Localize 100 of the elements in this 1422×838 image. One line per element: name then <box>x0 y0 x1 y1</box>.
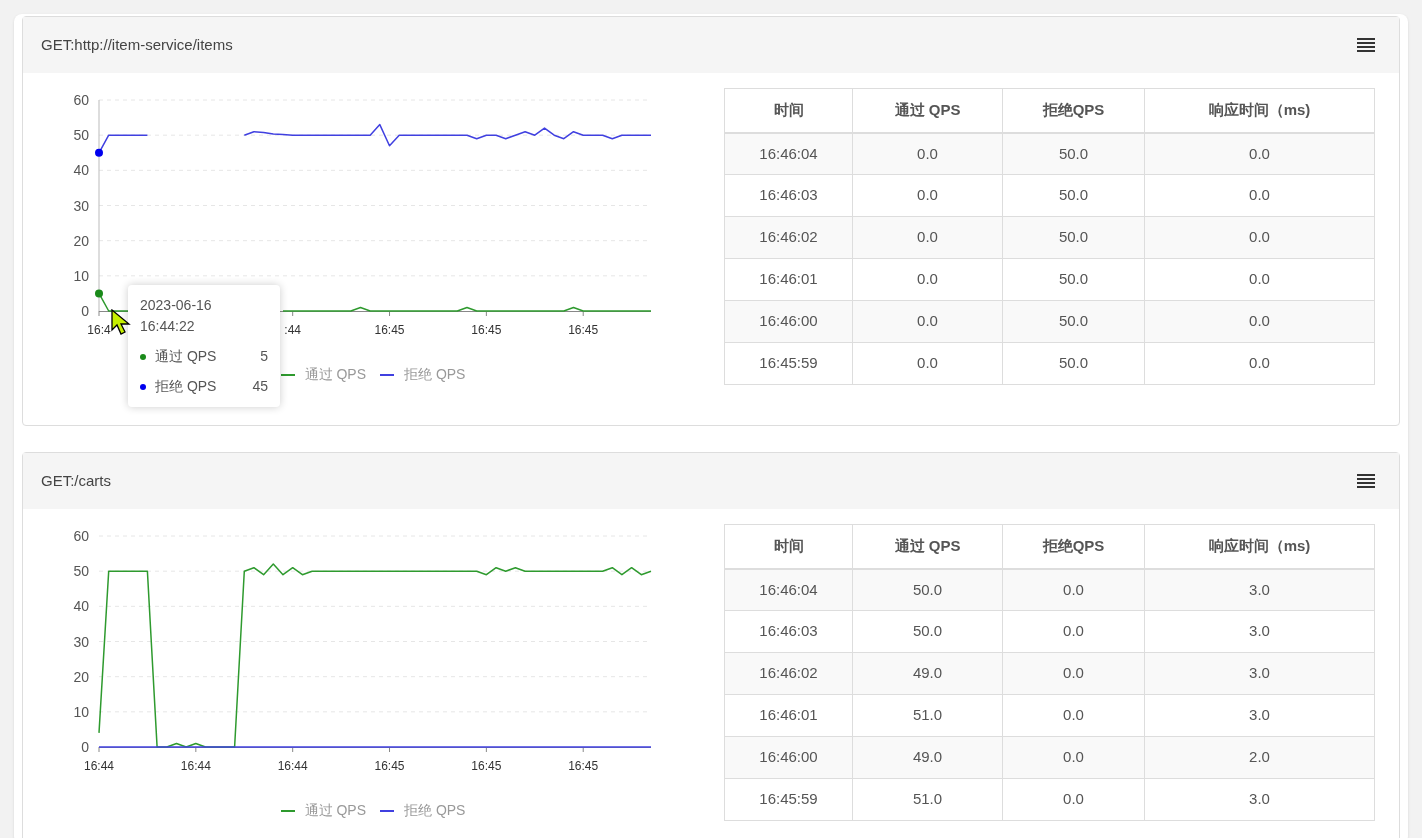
menu-icon[interactable] <box>1357 474 1375 488</box>
axis-label: 16:45 <box>374 759 405 773</box>
axis-label: 20 <box>73 668 89 685</box>
axis-label: :44 <box>284 323 302 337</box>
axis-label: 16:44 <box>180 759 211 773</box>
table-cell: 16:46:04 <box>724 132 853 175</box>
table-cell: 50.0 <box>852 568 1003 611</box>
axis-label: 16:45 <box>568 759 599 773</box>
legend-label[interactable]: 通过 QPS <box>304 364 366 385</box>
table-cell: 0.0 <box>1002 610 1145 653</box>
axis-label: 16:45 <box>471 323 502 337</box>
axis-label: 60 <box>73 528 89 544</box>
table-cell: 51.0 <box>852 694 1003 737</box>
legend-label[interactable]: 拒绝 QPS <box>404 364 466 385</box>
table-cell: 0.0 <box>852 300 1003 343</box>
table-cell: 16:45:59 <box>724 342 853 385</box>
axis-label: 50 <box>73 127 89 144</box>
panel-title: GET:/carts <box>41 470 111 491</box>
table-cell: 0.0 <box>852 258 1003 301</box>
axis-label: 50 <box>73 563 89 580</box>
menu-icon[interactable] <box>1357 38 1375 52</box>
axis-label: 30 <box>73 633 89 650</box>
table-cell: 49.0 <box>852 652 1003 695</box>
table-cell: 49.0 <box>852 736 1003 779</box>
axis-label: 60 <box>73 92 89 108</box>
table-cell: 50.0 <box>1002 216 1145 259</box>
legend-swatch[interactable] <box>380 373 394 376</box>
column-header: 拒绝QPS <box>1002 88 1145 133</box>
axis-label: 20 <box>73 232 89 249</box>
axis-label: 0 <box>81 303 89 319</box>
table-cell: 0.0 <box>1144 258 1375 301</box>
table-cell: 16:45:59 <box>724 778 853 821</box>
table-cell: 3.0 <box>1144 778 1375 821</box>
tooltip-label: 通过 QPS <box>155 347 218 366</box>
legend-swatch[interactable] <box>280 809 295 812</box>
table-cell: 16:46:00 <box>724 300 853 343</box>
table-cell: 16:46:02 <box>724 216 853 259</box>
table-cell: 0.0 <box>1144 342 1375 385</box>
table-cell: 0.0 <box>1002 736 1145 779</box>
column-header: 时间 <box>724 524 853 569</box>
tooltip-value: 5 <box>260 347 268 366</box>
axis-label: 40 <box>73 162 89 179</box>
table-cell: 16:46:02 <box>724 652 853 695</box>
axis-label: 10 <box>73 267 89 284</box>
table-cell: 0.0 <box>852 216 1003 259</box>
column-header: 时间 <box>724 88 853 133</box>
axis-label: 16:4 <box>87 323 111 337</box>
tooltip-label: 拒绝 QPS <box>155 377 218 396</box>
table-cell: 50.0 <box>1002 132 1145 175</box>
axis-label: 0 <box>81 739 89 755</box>
table-cell: 0.0 <box>1002 568 1145 611</box>
table-cell: 51.0 <box>852 778 1003 821</box>
table-cell: 16:46:01 <box>724 258 853 301</box>
table-cell: 50.0 <box>852 610 1003 653</box>
axis-label: 30 <box>73 197 89 214</box>
table-cell: 16:46:03 <box>724 610 853 653</box>
table-cell: 3.0 <box>1144 610 1375 653</box>
table-cell: 3.0 <box>1144 568 1375 611</box>
legend-swatch[interactable] <box>380 809 394 812</box>
axis-label: 16:45 <box>471 759 502 773</box>
table-cell: 0.0 <box>1144 132 1375 175</box>
column-header: 通过 QPS <box>852 524 1003 569</box>
table-cell: 2.0 <box>1144 736 1375 779</box>
table-cell: 16:46:04 <box>724 568 853 611</box>
column-header: 拒绝QPS <box>1002 524 1145 569</box>
column-header: 响应时间（ms) <box>1144 524 1375 569</box>
axis-label: 16:45 <box>568 323 599 337</box>
axis-label: 10 <box>73 703 89 720</box>
table-cell: 0.0 <box>1002 652 1145 695</box>
table-cell: 16:46:00 <box>724 736 853 779</box>
table-cell: 0.0 <box>1144 300 1375 343</box>
table-cell: 50.0 <box>1002 300 1145 343</box>
table-cell: 3.0 <box>1144 694 1375 737</box>
table-cell: 0.0 <box>1144 174 1375 217</box>
table-cell: 16:46:01 <box>724 694 853 737</box>
table-cell: 0.0 <box>1002 778 1145 821</box>
tooltip-value: 45 <box>252 377 268 396</box>
legend-swatch[interactable] <box>280 373 295 376</box>
hover-point <box>95 289 103 298</box>
axis-label: 40 <box>73 598 89 615</box>
tooltip-title: 2023-06-16 16:44:22 <box>140 296 213 336</box>
table-cell: 3.0 <box>1144 652 1375 695</box>
axis-label: 16:44 <box>277 759 308 773</box>
axis-label: 16:45 <box>374 323 405 337</box>
table-cell: 0.0 <box>1002 694 1145 737</box>
table-cell: 0.0 <box>852 342 1003 385</box>
table-cell: 0.0 <box>1144 216 1375 259</box>
table-cell: 0.0 <box>852 132 1003 175</box>
panel-title: GET:http://item-service/items <box>41 34 233 55</box>
axis-label: 16:44 <box>84 759 114 773</box>
column-header: 通过 QPS <box>852 88 1003 133</box>
table-cell: 0.0 <box>852 174 1003 217</box>
table-cell: 50.0 <box>1002 258 1145 301</box>
hover-point <box>95 148 103 157</box>
column-header: 响应时间（ms) <box>1144 88 1375 133</box>
table-cell: 50.0 <box>1002 174 1145 217</box>
legend-label[interactable]: 通过 QPS <box>304 800 366 821</box>
table-cell: 16:46:03 <box>724 174 853 217</box>
legend-label[interactable]: 拒绝 QPS <box>404 800 466 821</box>
table-cell: 50.0 <box>1002 342 1145 385</box>
